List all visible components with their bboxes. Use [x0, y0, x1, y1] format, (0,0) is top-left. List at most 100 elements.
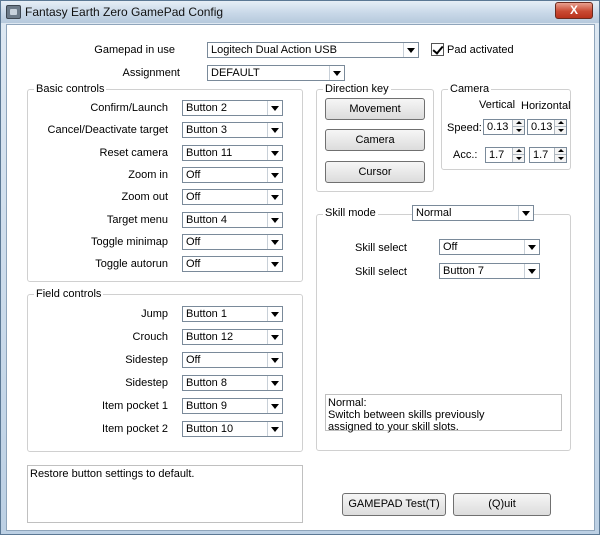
basic-control-select-value: Off [186, 191, 201, 204]
field-control-select[interactable]: Button 1 [182, 306, 283, 322]
field-control-select[interactable]: Button 12 [182, 329, 283, 345]
spin-up-icon[interactable] [512, 120, 524, 127]
basic-control-select-value: Button 3 [186, 124, 227, 137]
field-controls-title: Field controls [34, 288, 104, 300]
chevron-down-icon [329, 66, 344, 80]
field-control-select[interactable]: Button 9 [182, 398, 283, 414]
chevron-down-icon [267, 330, 282, 344]
basic-control-select[interactable]: Button 11 [182, 144, 283, 161]
chevron-down-icon [267, 307, 282, 321]
client-area: Gamepad in use Logitech Dual Action USB … [6, 24, 595, 531]
pad-activated-label: Pad activated [447, 44, 514, 56]
spin-down-icon[interactable] [554, 127, 566, 134]
pad-activated-checkbox[interactable] [431, 43, 444, 56]
config-window: Fantasy Earth Zero GamePad Config X Game… [0, 0, 600, 535]
gamepad-label: Gamepad in use [94, 44, 175, 56]
chevron-down-icon [267, 353, 282, 367]
chevron-down-icon [267, 257, 282, 272]
basic-control-label: Cancel/Deactivate target [47, 124, 168, 137]
skill-select-label-1: Skill select [355, 242, 407, 254]
acc-label: Acc.: [453, 149, 478, 161]
field-control-label: Sidestep [125, 377, 168, 389]
field-control-select-value: Button 10 [186, 423, 234, 435]
field-control-select[interactable]: Button 8 [182, 375, 283, 391]
basic-control-select-value: Button 4 [186, 213, 227, 226]
field-control-select-value: Button 8 [186, 377, 227, 389]
field-control-label: Crouch [132, 331, 168, 343]
speed-label: Speed: [447, 122, 482, 134]
assignment-label: Assignment [122, 67, 180, 79]
field-control-select-value: Button 12 [186, 331, 234, 343]
camera-button[interactable]: Camera [325, 129, 425, 151]
skill-mode-select[interactable]: Normal [412, 205, 534, 221]
spin-down-icon[interactable] [512, 155, 524, 162]
assignment-select[interactable]: DEFAULT [207, 65, 345, 81]
basic-controls-group: Basic controls [27, 83, 303, 282]
spin-up-icon[interactable] [554, 120, 566, 127]
gamepad-select[interactable]: Logitech Dual Action USB [207, 42, 419, 58]
spin-up-icon[interactable] [554, 148, 566, 155]
acc-horizontal-value: 1.7 [533, 149, 549, 161]
basic-control-select[interactable]: Button 4 [182, 211, 283, 228]
basic-control-select[interactable]: Off [182, 256, 283, 273]
skill-select-label-2: Skill select [355, 266, 407, 278]
speed-horizontal-value: 0.13 [531, 121, 553, 133]
skill-mode-description: Normal: Switch between skills previously… [325, 394, 562, 433]
speed-vertical-value: 0.13 [487, 121, 509, 133]
skill-mode-value: Normal [416, 207, 452, 219]
basic-control-select[interactable]: Off [182, 166, 283, 183]
spin-down-icon[interactable] [554, 155, 566, 162]
window-title: Fantasy Earth Zero GamePad Config [25, 5, 224, 19]
speed-vertical-spinner[interactable]: 0.13 [483, 119, 525, 135]
title-bar[interactable]: Fantasy Earth Zero GamePad Config X [1, 1, 599, 23]
skill-select-2-value: Button 7 [443, 265, 484, 277]
gamepad-test-button[interactable]: GAMEPAD Test(T) [342, 493, 446, 516]
quit-button[interactable]: (Q)uit [453, 493, 551, 516]
basic-control-label: Target menu [106, 213, 168, 226]
field-control-select[interactable]: Off [182, 352, 283, 368]
speed-horizontal-spinner[interactable]: 0.13 [527, 119, 567, 135]
direction-key-title: Direction key [323, 83, 391, 95]
chevron-down-icon [267, 422, 282, 436]
acc-horizontal-spinner[interactable]: 1.7 [529, 147, 567, 163]
chevron-down-icon [403, 43, 418, 57]
basic-control-label: Confirm/Launch [90, 102, 168, 114]
basic-control-select[interactable]: Off [182, 189, 283, 206]
field-control-select-value: Off [186, 354, 201, 366]
cursor-button[interactable]: Cursor [325, 161, 425, 183]
camera-title: Camera [448, 83, 492, 95]
chevron-down-icon [267, 190, 282, 205]
basic-control-select[interactable]: Off [182, 233, 283, 250]
basic-control-select[interactable]: Button 3 [182, 122, 283, 139]
movement-button[interactable]: Movement [325, 98, 425, 120]
horizontal-label: Horizontal [521, 100, 571, 112]
chevron-down-icon [267, 212, 282, 227]
basic-control-label: Reset camera [99, 146, 168, 159]
basic-control-label: Toggle autorun [95, 258, 168, 271]
skill-select-2[interactable]: Button 7 [439, 263, 540, 279]
chevron-down-icon [267, 376, 282, 390]
spin-down-icon[interactable] [512, 127, 524, 134]
field-control-label: Jump [141, 308, 168, 320]
gamepad-app-icon [6, 5, 21, 19]
vertical-label: Vertical [479, 99, 516, 111]
basic-control-select[interactable]: Button 2 [182, 100, 283, 116]
basic-control-select-value: Off [186, 235, 201, 248]
acc-vertical-spinner[interactable]: 1.7 [485, 147, 525, 163]
assignment-select-value: DEFAULT [211, 67, 260, 79]
basic-controls-title: Basic controls [34, 83, 107, 95]
close-button[interactable]: X [555, 2, 593, 19]
basic-control-label: Zoom in [128, 168, 168, 181]
chevron-down-icon [267, 399, 282, 413]
chevron-down-icon [267, 234, 282, 249]
spin-up-icon[interactable] [512, 148, 524, 155]
field-control-label: Sidestep [125, 354, 168, 366]
field-control-label: Item pocket 1 [101, 400, 168, 412]
basic-control-label: Zoom out [121, 191, 168, 204]
skill-select-1[interactable]: Off [439, 239, 540, 255]
chevron-down-icon [267, 101, 282, 115]
basic-control-select-value: Button 2 [186, 102, 227, 114]
field-control-select[interactable]: Button 10 [182, 421, 283, 437]
basic-control-select-value: Off [186, 258, 201, 271]
chevron-down-icon [524, 264, 539, 278]
